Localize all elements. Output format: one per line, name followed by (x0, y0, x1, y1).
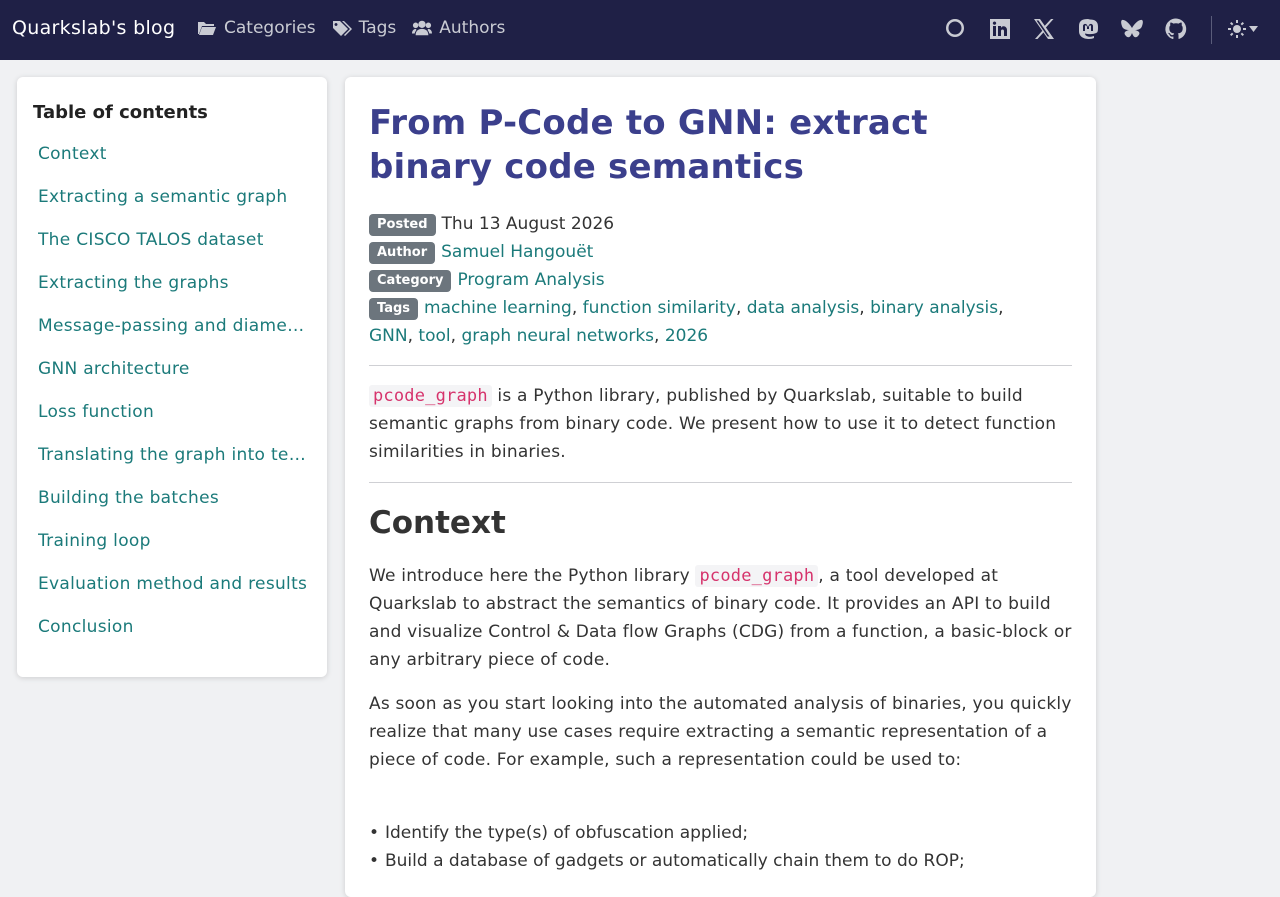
category-badge: Category (369, 270, 452, 292)
toc-item-extracting-graphs[interactable]: Extracting the graphs (38, 273, 310, 316)
linkedin-icon (990, 19, 1010, 39)
list-item: Identify the type(s) of obfuscation appl… (369, 819, 1075, 847)
article-card: From P-Code to GNN: extract binary code … (345, 77, 1096, 897)
meta-tags: Tags machine learning, function similarit… (369, 298, 1004, 346)
category-link[interactable]: Program Analysis (457, 270, 604, 290)
tag-link[interactable]: machine learning (424, 298, 572, 318)
posted-badge: Posted (369, 214, 436, 236)
nav-authors-link[interactable]: Authors (412, 18, 505, 38)
toc-list: Context Extracting a semantic graph The … (38, 144, 310, 660)
inline-code: pcode_graph (369, 385, 492, 407)
inline-code: pcode_graph (695, 565, 819, 587)
toc-item-building-batches[interactable]: Building the batches (38, 488, 310, 531)
tag-link[interactable]: GNN (369, 326, 408, 346)
section-heading-context: Context (369, 505, 506, 541)
mastodon-icon (1079, 19, 1098, 39)
toc-item-extracting-semantic-graph[interactable]: Extracting a semantic graph (38, 187, 310, 230)
nav-categories-link[interactable]: Categories (197, 18, 316, 38)
divider (369, 482, 1072, 483)
divider (369, 365, 1072, 366)
toc-item-gnn-architecture[interactable]: GNN architecture (38, 359, 310, 402)
toc-item-loss-function[interactable]: Loss function (38, 402, 310, 445)
sun-icon (1228, 20, 1246, 38)
toc-item-training-loop[interactable]: Training loop (38, 531, 310, 574)
toc-item-conclusion[interactable]: Conclusion (38, 617, 310, 660)
toc-item-message-passing[interactable]: Message-passing and diameter (38, 316, 310, 359)
caret-down-icon (1249, 26, 1258, 32)
nav-links: Categories Tags Authors (197, 18, 505, 38)
tags-badge: Tags (369, 298, 419, 320)
tag-link[interactable]: graph neural networks (461, 326, 654, 346)
search-button[interactable] (944, 17, 968, 41)
top-navbar: Quarkslab's blog Categories Tags Authors (0, 0, 1280, 60)
mastodon-link[interactable] (1076, 17, 1100, 41)
toc-item-evaluation[interactable]: Evaluation method and results (38, 574, 310, 617)
x-twitter-link[interactable] (1032, 17, 1056, 41)
x-twitter-icon (1034, 19, 1054, 39)
meta-author: Author Samuel Hangouët (369, 238, 1069, 266)
context-paragraph-2: As soon as you start looking into the au… (369, 694, 1072, 770)
social-icons (944, 17, 1188, 41)
author-badge: Author (369, 242, 436, 264)
github-link[interactable] (1164, 17, 1188, 41)
article-meta: Posted Thu 13 August 2026 Author Samuel Ha… (369, 210, 1069, 350)
bluesky-link[interactable] (1120, 17, 1144, 41)
author-link[interactable]: Samuel Hangouët (441, 242, 593, 262)
brand-link[interactable]: Quarkslab's blog (12, 17, 175, 39)
toc-item-translating-graph[interactable]: Translating the graph into tensors (38, 445, 310, 488)
github-icon (1165, 18, 1187, 40)
meta-category: Category Program Analysis (369, 266, 1069, 294)
toc-title: Table of contents (33, 102, 208, 123)
article-title: From P-Code to GNN: extract binary code … (369, 103, 928, 187)
folder-open-icon (198, 22, 216, 35)
search-icon (946, 19, 964, 37)
tag-link[interactable]: binary analysis (870, 298, 998, 318)
intro-paragraph: pcode_graph is a Python library, publish… (369, 385, 1057, 462)
toc-item-context[interactable]: Context (38, 144, 310, 187)
tag-link[interactable]: data analysis (747, 298, 860, 318)
nav-divider (1211, 16, 1212, 44)
posted-date: Thu 13 August 2026 (441, 214, 615, 234)
tags-icon (332, 21, 352, 36)
context-paragraph-1: We introduce here the Python library pco… (369, 565, 1072, 670)
users-icon (412, 20, 433, 36)
toc-item-cisco-talos-dataset[interactable]: The CISCO TALOS dataset (38, 230, 310, 273)
tag-link[interactable]: function similarity (583, 298, 736, 318)
tag-link[interactable]: tool (418, 326, 450, 346)
meta-posted: Posted Thu 13 August 2026 (369, 210, 1069, 238)
table-of-contents: Table of contents Context Extracting a s… (17, 77, 327, 677)
nav-tags-link[interactable]: Tags (332, 18, 396, 38)
list-item: Build a database of gadgets or automatic… (369, 847, 1075, 875)
tag-link[interactable]: 2026 (665, 326, 708, 346)
bluesky-icon (1121, 19, 1143, 38)
theme-toggle-button[interactable] (1228, 20, 1258, 38)
linkedin-link[interactable] (988, 17, 1012, 41)
